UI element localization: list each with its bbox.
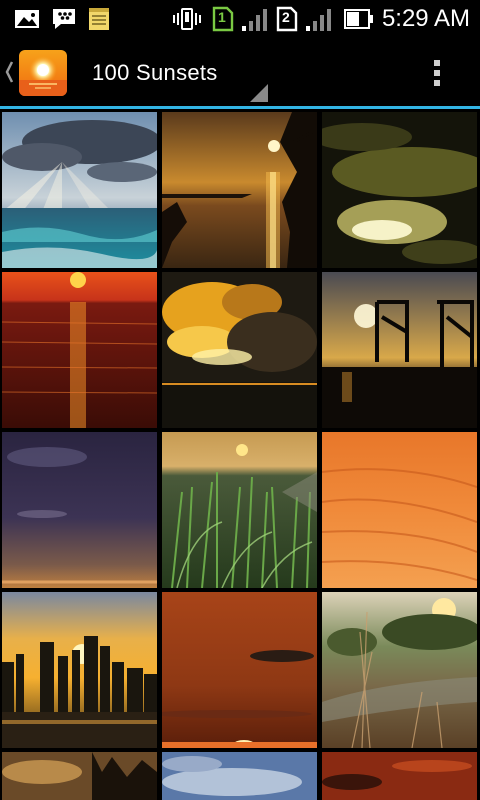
app-title[interactable]: 100 Sunsets [92,60,218,86]
sunset-app-icon[interactable] [19,50,67,96]
clock-time: 5:29 AM [381,5,470,32]
photo-thumbnail[interactable] [2,752,157,800]
screen: 1 2 5:29 AM 100 Sunsets [0,0,480,800]
photo-thumbnail[interactable] [162,432,317,588]
action-bar: 100 Sunsets [0,38,480,106]
signal-icon [240,8,268,37]
photo-thumbnail[interactable] [322,272,477,428]
photo-thumbnail[interactable] [162,112,317,268]
status-bar: 1 2 5:29 AM [0,0,480,38]
signal-icon [304,8,332,37]
sim1-label: 1 [218,9,226,25]
notes-icon [88,7,110,36]
photo-thumbnail[interactable] [2,592,157,748]
battery-icon [344,9,374,34]
sim2-label: 2 [282,9,290,25]
overflow-menu-icon[interactable] [426,56,450,90]
photo-thumbnail[interactable] [2,112,157,268]
photo-thumbnail[interactable] [322,112,477,268]
photo-thumbnail[interactable] [162,752,317,800]
photo-thumbnail[interactable] [2,272,157,428]
action-bar-divider [0,106,480,109]
bbm-icon [51,7,77,36]
photo-thumbnail[interactable] [322,592,477,748]
gallery-notification-icon [14,9,40,34]
dropdown-corner-icon[interactable] [250,84,268,102]
photo-thumbnail[interactable] [322,752,477,800]
photo-thumbnail[interactable] [162,272,317,428]
vibrate-icon [172,7,202,36]
photo-thumbnail[interactable] [162,592,317,748]
photo-thumbnail[interactable] [322,432,477,588]
chevron-left-icon[interactable] [4,58,14,86]
photo-thumbnail[interactable] [2,432,157,588]
